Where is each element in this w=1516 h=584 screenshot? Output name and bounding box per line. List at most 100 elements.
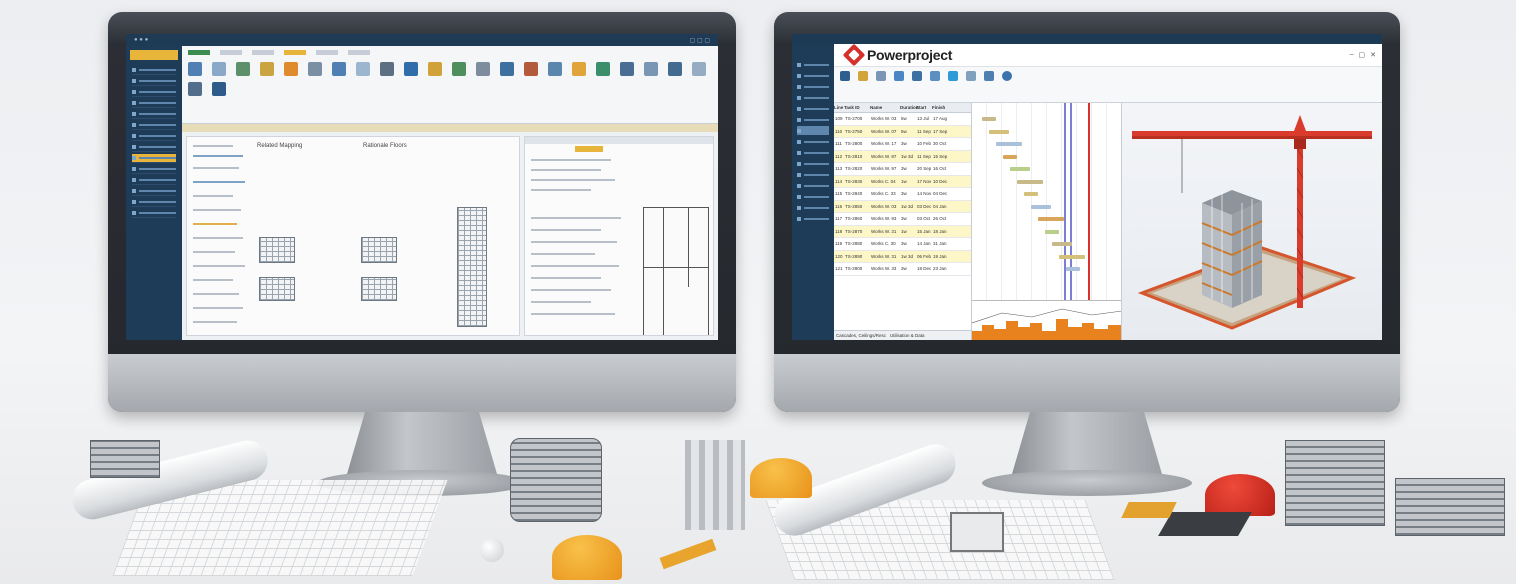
stair-icon[interactable] [476, 62, 490, 76]
ribbon-tab[interactable] [348, 50, 370, 55]
column-header[interactable]: Start [916, 105, 932, 110]
task-row[interactable]: 118 TS-2870 Works W. 31 1w 15 Jan 18 Jan [834, 225, 971, 238]
folder-icon[interactable] [260, 62, 274, 76]
task-row[interactable]: 112 TS-2810 Works W. 87 1w 3d 11 Sep 15 Sep [834, 150, 971, 163]
ribbon-tab[interactable] [220, 50, 242, 55]
print-icon[interactable] [620, 62, 634, 76]
sidebar-item-active[interactable] [797, 126, 829, 135]
wall-icon[interactable] [236, 62, 250, 76]
task-row[interactable]: 116 TS-2850 Works W. 03 1w 3d 03 Dec 04 Jan [834, 200, 971, 213]
gantt-bar[interactable] [982, 117, 996, 121]
roof-icon[interactable] [452, 62, 466, 76]
task-row[interactable]: 109 TS-2700 Works W. 03 5w 13 Jul 17 Aug [834, 113, 971, 126]
resource-icon[interactable] [912, 70, 922, 81]
grid-icon[interactable] [308, 62, 322, 76]
sidebar-item[interactable] [132, 143, 176, 152]
sidebar-item[interactable] [132, 99, 176, 108]
histogram-icon[interactable] [930, 70, 940, 81]
gantt-bar[interactable] [1038, 217, 1064, 221]
sidebar-item[interactable] [797, 214, 829, 223]
sidebar-item[interactable] [797, 181, 829, 190]
column-header[interactable]: Task ID [844, 105, 870, 110]
sidebar-item[interactable] [797, 137, 829, 146]
task-row[interactable]: 114 TS-2830 Works C. 04 1w 17 Nov 10 Dec [834, 175, 971, 188]
minimize-button[interactable]: – [1350, 51, 1354, 59]
progress-icon[interactable] [948, 70, 958, 81]
baseline-icon[interactable] [858, 70, 868, 81]
export-icon[interactable] [644, 62, 658, 76]
ribbon-tab[interactable] [252, 50, 274, 55]
filter-icon[interactable] [894, 70, 904, 81]
task-row[interactable]: 119 TS-2880 Works C. 30 3w 14 Jan 31 Jan [834, 238, 971, 251]
sidebar-item[interactable] [797, 115, 829, 124]
sidebar-item[interactable] [797, 82, 829, 91]
column-header[interactable]: Duration [900, 105, 919, 110]
settings-icon[interactable] [668, 62, 682, 76]
window-menu-icon[interactable]: ● ● ● [134, 37, 148, 43]
sidebar-item[interactable] [132, 77, 176, 86]
sidebar-item[interactable] [797, 60, 829, 69]
help-icon[interactable] [1002, 70, 1012, 81]
maximize-button[interactable]: ▢ [1359, 51, 1366, 59]
gantt-bar[interactable] [1024, 192, 1038, 196]
sidebar-item[interactable] [132, 209, 176, 218]
gantt-bar[interactable] [1045, 229, 1059, 234]
window-icon[interactable] [524, 62, 538, 76]
task-row[interactable]: 120 TS-2890 Works W. 31 1w 3d 06 Feb 19 Jan [834, 250, 971, 263]
ribbon-tab[interactable] [284, 50, 306, 55]
gantt-chart[interactable] [972, 103, 1122, 340]
floor-plan-view[interactable] [643, 207, 709, 335]
sidebar-item[interactable] [132, 88, 176, 97]
sidebar-item[interactable] [132, 187, 176, 196]
measure-icon[interactable] [548, 62, 562, 76]
window-controls[interactable]: ▢ ▢ ▢ [690, 37, 710, 44]
sidebar-item[interactable] [797, 159, 829, 168]
gantt-bar[interactable] [1017, 179, 1043, 184]
task-row[interactable]: 115 TS-2840 Works C. 33 3w 14 Nov 04 Dec [834, 188, 971, 201]
gantt-bar[interactable] [1003, 154, 1017, 159]
render-icon[interactable] [692, 62, 706, 76]
task-row[interactable]: 110 TS-2750 Works W. 07 5w 11 Sep 17 Sep [834, 125, 971, 138]
gantt-bar[interactable] [996, 142, 1022, 146]
beam-icon[interactable] [428, 62, 442, 76]
gantt-bar[interactable] [1059, 254, 1085, 259]
column-header[interactable]: Name [870, 105, 900, 110]
gantt-bar[interactable] [989, 129, 1009, 134]
column-icon[interactable] [404, 62, 418, 76]
gantt-bar[interactable] [1031, 204, 1051, 209]
sidebar-item[interactable] [132, 132, 176, 141]
sidebar-item[interactable] [797, 93, 829, 102]
sidebar-item[interactable] [797, 170, 829, 179]
report-icon[interactable] [966, 70, 976, 81]
sidebar-item[interactable] [797, 203, 829, 212]
task-row[interactable]: 111 TS-2800 Works W. 17 3w 10 Feb 30 Oct [834, 138, 971, 151]
view-icon[interactable] [332, 62, 346, 76]
help-icon[interactable] [212, 82, 226, 96]
zoom-icon[interactable] [984, 70, 994, 81]
footer-tab[interactable]: Cascades, Ceilings/Resc [836, 333, 886, 338]
column-header[interactable]: Finish [932, 105, 948, 110]
properties-tab[interactable] [575, 146, 603, 152]
layers-icon[interactable] [212, 62, 226, 76]
sidebar-item[interactable] [132, 110, 176, 119]
bank-icon[interactable] [840, 70, 850, 81]
task-row[interactable]: 113 TS-2820 Works W. 97 3w 20 Sep 16 Oct [834, 163, 971, 176]
sidebar-item-active[interactable] [132, 154, 176, 163]
sidebar-item[interactable] [797, 104, 829, 113]
building-icon[interactable] [380, 62, 394, 76]
sidebar-item[interactable] [797, 192, 829, 201]
3d-model-view[interactable] [1122, 103, 1382, 340]
globe-icon[interactable] [596, 62, 610, 76]
sidebar-item[interactable] [132, 121, 176, 130]
sidebar-item[interactable] [132, 198, 176, 207]
sidebar-item[interactable] [797, 71, 829, 80]
gantt-bar[interactable] [1066, 267, 1080, 271]
link-icon[interactable] [876, 70, 886, 81]
sidebar-item[interactable] [132, 176, 176, 185]
component-icon[interactable] [284, 62, 298, 76]
sidebar-item[interactable] [797, 148, 829, 157]
gantt-bar[interactable] [1052, 242, 1072, 246]
gantt-bar[interactable] [1010, 167, 1030, 171]
task-row[interactable]: 117 TS-2860 Works W. 93 3w 03 Oct 26 Oct [834, 213, 971, 226]
sheet-icon[interactable] [188, 82, 202, 96]
